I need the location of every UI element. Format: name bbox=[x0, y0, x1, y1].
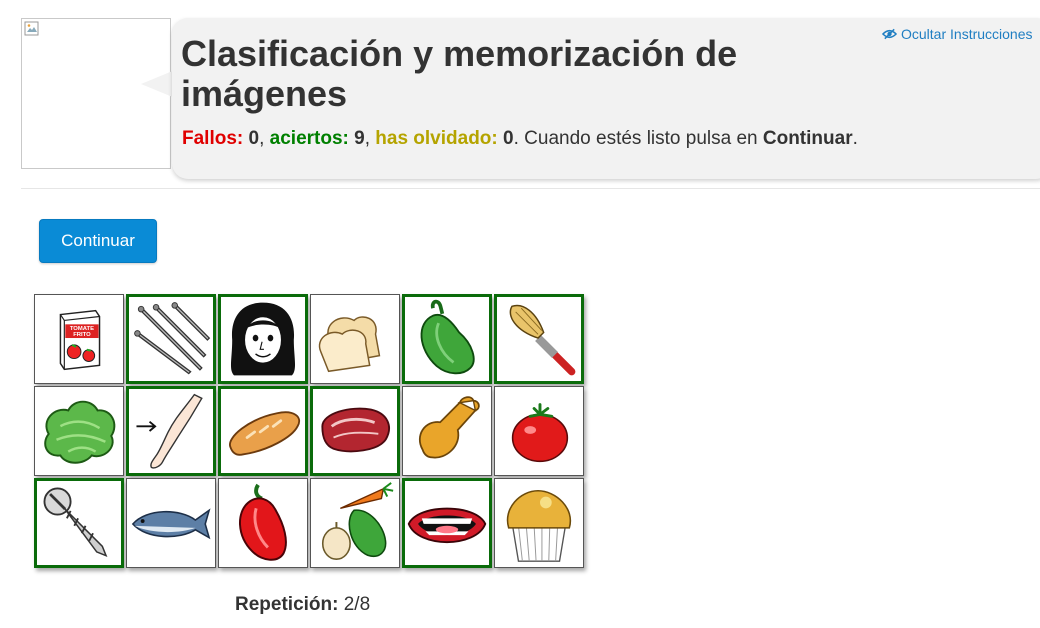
instruction-text: . Cuando estés listo pulsa en bbox=[513, 128, 763, 149]
mouth-icon bbox=[407, 507, 487, 543]
lettuce-icon bbox=[44, 400, 116, 464]
image-card[interactable] bbox=[402, 386, 492, 476]
chicken-leg-icon bbox=[418, 396, 480, 459]
red-pepper-icon bbox=[239, 483, 287, 561]
image-card[interactable] bbox=[310, 386, 400, 476]
fails-count: 0 bbox=[248, 128, 260, 149]
tomato-sauce-carton-icon: TOMATE FRITO bbox=[59, 309, 101, 371]
image-card[interactable] bbox=[402, 294, 492, 384]
forgot-count: 0 bbox=[503, 128, 514, 149]
image-card[interactable] bbox=[34, 386, 124, 476]
page-title: Clasificación y memorización de imágenes bbox=[181, 33, 738, 114]
vegetables-icon bbox=[321, 482, 394, 560]
image-card[interactable]: TOMATE FRITO bbox=[34, 294, 124, 384]
image-grid: TOMATE FRITO bbox=[34, 294, 586, 570]
nails-icon bbox=[134, 302, 211, 375]
eye-slash-icon bbox=[882, 28, 897, 40]
paintbrush-icon bbox=[509, 304, 576, 376]
broken-image-icon bbox=[24, 21, 39, 36]
repetition-label: Repetición: bbox=[235, 594, 339, 615]
girl-face-icon bbox=[230, 302, 296, 376]
bread-slices-icon bbox=[318, 316, 381, 373]
continue-button[interactable]: Continuar bbox=[39, 219, 157, 263]
image-card[interactable] bbox=[126, 294, 216, 384]
repetition-value: 2/8 bbox=[343, 594, 371, 615]
image-card[interactable] bbox=[34, 478, 124, 568]
fish-icon bbox=[131, 508, 211, 540]
hits-count: 9 bbox=[354, 128, 365, 149]
repetition-indicator: Repetición: 2/8 bbox=[235, 594, 370, 616]
image-card[interactable] bbox=[218, 294, 308, 384]
image-card[interactable] bbox=[310, 294, 400, 384]
image-card[interactable] bbox=[126, 386, 216, 476]
baguette-icon bbox=[229, 411, 300, 456]
score-status: Fallos: 0, aciertos: 9, has olvidado: 0.… bbox=[182, 128, 858, 149]
image-card[interactable] bbox=[494, 478, 584, 568]
speech-bubble-tail bbox=[141, 70, 175, 98]
instruction-end: . bbox=[852, 128, 858, 149]
tomato-icon bbox=[511, 403, 569, 463]
continue-keyword: Continuar bbox=[762, 128, 853, 149]
instructions-bubble: Clasificación y memorización de imágenes… bbox=[172, 18, 1040, 179]
image-card[interactable] bbox=[310, 478, 400, 568]
image-card[interactable] bbox=[494, 294, 584, 384]
image-card[interactable] bbox=[218, 478, 308, 568]
image-card[interactable] bbox=[218, 386, 308, 476]
image-card[interactable] bbox=[494, 386, 584, 476]
muffin-icon bbox=[506, 489, 572, 562]
image-card[interactable] bbox=[402, 478, 492, 568]
hits-label: aciertos: bbox=[269, 128, 349, 149]
fails-label: Fallos: bbox=[182, 128, 244, 149]
hide-instructions-label: Ocultar Instrucciones bbox=[901, 26, 1033, 42]
forgot-label: has olvidado: bbox=[375, 128, 498, 149]
svg-text:FRITO: FRITO bbox=[73, 332, 91, 338]
header-divider bbox=[21, 188, 1040, 189]
meat-steak-icon bbox=[321, 407, 390, 453]
image-card[interactable] bbox=[126, 478, 216, 568]
hide-instructions-link[interactable]: Ocultar Instrucciones bbox=[882, 26, 1033, 42]
screw-icon bbox=[43, 487, 108, 558]
arm-icon bbox=[136, 393, 203, 469]
green-pepper-icon bbox=[420, 299, 475, 375]
